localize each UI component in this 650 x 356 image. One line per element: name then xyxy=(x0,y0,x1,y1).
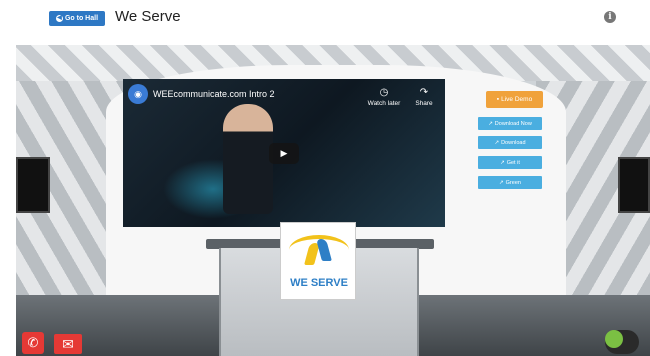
share-arrow-icon: ↷ xyxy=(419,87,429,98)
clock-icon: ◷ xyxy=(379,87,389,98)
channel-avatar-icon[interactable]: ◉ xyxy=(128,84,148,104)
live-demo-label: Live Demo xyxy=(501,96,533,103)
video-presenter xyxy=(223,104,273,214)
chat-button[interactable] xyxy=(605,330,639,354)
get-it-button[interactable]: ↗ Get it xyxy=(478,156,542,169)
watch-later-label: Watch later xyxy=(367,100,401,107)
chat-bubble-icon xyxy=(605,330,623,348)
live-demo-button[interactable]: ▪ Live Demo xyxy=(486,91,543,108)
go-to-hall-button[interactable]: ◀ Go to Hall xyxy=(49,11,105,26)
booth-scene: ◉ WEEcommunicate.com Intro 2 ◷ Watch lat… xyxy=(16,45,650,356)
download-button[interactable]: ↗ Download xyxy=(478,136,542,149)
page-title: We Serve xyxy=(115,8,181,25)
phone-icon[interactable]: ✆ xyxy=(22,332,44,354)
share-button[interactable]: ↷ Share xyxy=(411,87,437,107)
green-button[interactable]: ↗ Green xyxy=(478,176,542,189)
external-link-icon: ↗ xyxy=(499,179,504,186)
download-now-button[interactable]: ↗ Download Now xyxy=(478,117,542,130)
get-it-label: Get it xyxy=(506,159,520,166)
download-now-label: Download Now xyxy=(494,120,532,127)
external-link-icon: ↗ xyxy=(494,139,500,146)
download-label: Download xyxy=(501,139,526,146)
side-screen-right xyxy=(618,157,650,213)
green-label: Green xyxy=(505,179,521,186)
logo-text: WE SERVE xyxy=(290,277,348,289)
chat-icon: ▪ xyxy=(496,96,500,103)
external-link-icon: ↗ xyxy=(500,159,505,166)
video-player[interactable]: ◉ WEEcommunicate.com Intro 2 ◷ Watch lat… xyxy=(123,79,445,227)
mail-icon[interactable]: ✉ xyxy=(54,334,82,354)
company-logo[interactable]: WE SERVE xyxy=(280,222,356,300)
watch-later-button[interactable]: ◷ Watch later xyxy=(363,87,405,107)
play-button[interactable]: ▶ xyxy=(269,143,299,164)
info-icon[interactable]: i xyxy=(604,11,616,23)
external-link-icon: ↗ xyxy=(488,120,493,127)
go-to-hall-label: Go to Hall xyxy=(64,15,99,22)
top-bar: ◀ Go to Hall We Serve i xyxy=(0,0,650,36)
side-screen-left xyxy=(16,157,50,213)
video-title[interactable]: WEEcommunicate.com Intro 2 xyxy=(153,89,275,99)
share-label: Share xyxy=(415,100,433,107)
arrow-circle-left-icon: ◀ xyxy=(55,15,63,22)
